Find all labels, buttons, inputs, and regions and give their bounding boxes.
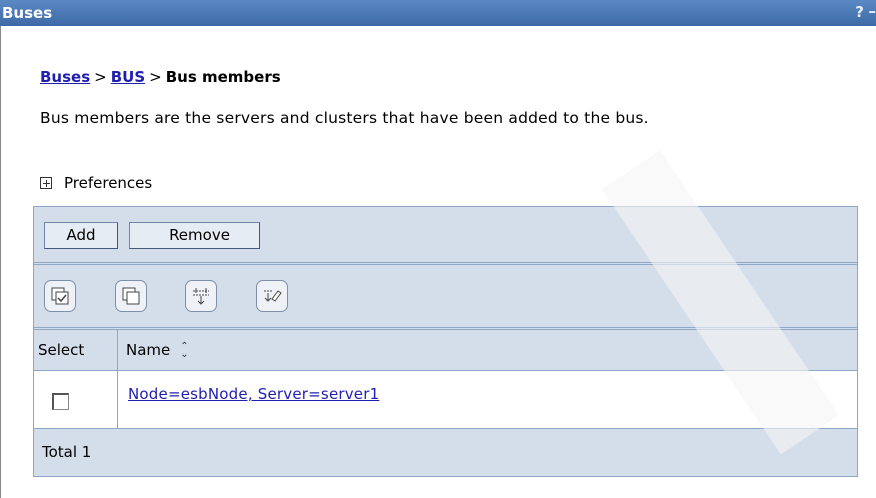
page-title: Bus members bbox=[165, 68, 281, 86]
preferences-toggle[interactable]: Preferences bbox=[40, 174, 152, 192]
column-header-name-label: Name bbox=[126, 341, 171, 359]
deselect-all-icon[interactable] bbox=[115, 280, 147, 312]
breadcrumb-separator: > bbox=[149, 68, 162, 86]
table-header: Select Name ⌃ ⌄ bbox=[34, 329, 857, 371]
breadcrumb: Buses > BUS > Bus members bbox=[40, 68, 281, 86]
add-button[interactable]: Add bbox=[44, 222, 118, 249]
sort-icon[interactable]: ⌃ ⌄ bbox=[180, 342, 188, 360]
clear-filter-icon[interactable] bbox=[256, 280, 288, 312]
breadcrumb-link-buses[interactable]: Buses bbox=[40, 68, 90, 86]
show-filter-icon[interactable] bbox=[185, 280, 217, 312]
help-icon[interactable]: ? bbox=[855, 4, 864, 20]
column-header-select: Select bbox=[38, 341, 85, 359]
window-title: Buses bbox=[2, 4, 53, 22]
column-divider bbox=[117, 371, 118, 428]
table-footer: Total 1 bbox=[34, 429, 857, 476]
page-description: Bus members are the servers and clusters… bbox=[40, 109, 649, 127]
column-divider bbox=[117, 330, 118, 370]
select-all-icon[interactable] bbox=[44, 280, 76, 312]
minimize-icon[interactable]: – bbox=[869, 3, 876, 19]
row-select-checkbox[interactable] bbox=[52, 393, 69, 410]
remove-button[interactable]: Remove bbox=[129, 222, 260, 249]
table-row: Node=esbNode, Server=server1 bbox=[34, 371, 857, 429]
collection-table: Add Remove Select Name ⌃ ⌄ Node=esbNode, … bbox=[33, 206, 858, 477]
button-toolbar: Add Remove bbox=[34, 207, 857, 263]
breadcrumb-separator: > bbox=[94, 68, 107, 86]
expand-icon[interactable] bbox=[40, 177, 52, 189]
preferences-label: Preferences bbox=[64, 174, 153, 192]
column-header-name[interactable]: Name ⌃ ⌄ bbox=[126, 341, 189, 360]
bus-member-link[interactable]: Node=esbNode, Server=server1 bbox=[128, 385, 379, 403]
window-titlebar: Buses ? – bbox=[0, 0, 876, 26]
total-count: Total 1 bbox=[42, 443, 92, 461]
frame-border bbox=[0, 26, 1, 498]
icon-toolbar bbox=[34, 264, 857, 328]
breadcrumb-link-bus[interactable]: BUS bbox=[111, 68, 145, 86]
